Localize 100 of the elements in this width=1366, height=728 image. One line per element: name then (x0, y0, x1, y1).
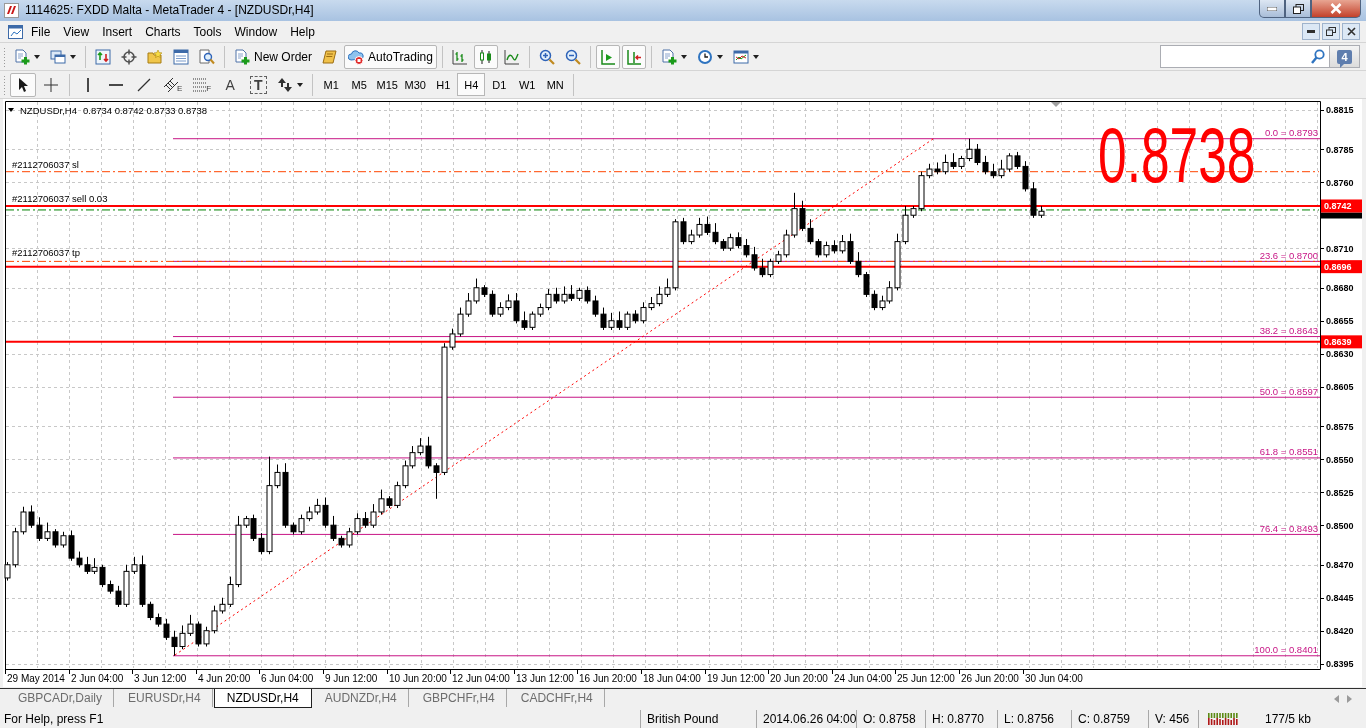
caret-icon (70, 54, 76, 59)
price-axis-label: 0.8630 (1326, 349, 1354, 360)
fibonacci-level-label: 0.0 = 0.8793 (1264, 127, 1318, 139)
period-button[interactable]: M30 (401, 73, 430, 96)
close-button[interactable] (1342, 23, 1360, 40)
menu-item[interactable]: Charts (139, 21, 187, 42)
status-text: C: 0.8759 (1071, 710, 1148, 728)
minimize-button[interactable] (1302, 23, 1320, 40)
fibonacci-level-label: 50.0 = 0.8597 (1259, 385, 1318, 397)
fibonacci-level-label: 76.4 = 0.8493 (1259, 522, 1318, 534)
restore-button[interactable] (1285, 0, 1311, 18)
restore-button[interactable] (1322, 23, 1340, 40)
price-axis-label: 0.8445 (1326, 593, 1354, 604)
close-icon (1346, 27, 1356, 36)
line-chart-icon (503, 48, 520, 65)
menu-item[interactable]: View (57, 21, 96, 42)
target-icon (121, 48, 137, 65)
status-text: British Pound (640, 710, 756, 728)
search-field[interactable] (1160, 45, 1330, 68)
time-axis-label: 2 Jun 04:00 (71, 673, 124, 684)
price-axis-label: 0.8605 (1326, 382, 1354, 393)
new-order-button[interactable]: New Order (230, 44, 316, 69)
book-icon (322, 48, 338, 65)
price-axis-label: 0.8470 (1326, 560, 1354, 571)
order-label: #2112706037 tp (12, 247, 80, 259)
help-text: For Help, press F1 (3, 711, 105, 728)
period-button[interactable]: W1 (513, 73, 542, 96)
auto-scroll-button[interactable] (595, 44, 620, 69)
order-label: #2112706037 sl (12, 158, 79, 170)
chart-tab[interactable]: NZDUSDr,H4 (213, 689, 312, 708)
connection-bars-icon (1207, 712, 1239, 726)
window-title: 1114625: FXDD Malta - MetaTrader 4 - [NZDUSDr,H4] (25, 2, 314, 19)
dropdown-triangle-icon[interactable] (8, 108, 14, 112)
menu-item[interactable]: Help (284, 21, 321, 42)
chart-shift-button[interactable] (621, 44, 646, 69)
restore-icon (1292, 3, 1304, 14)
status-text: O: 0.8758 (856, 710, 925, 728)
axes-play-icon (599, 48, 616, 65)
candlestick-button[interactable] (473, 44, 498, 69)
price-axis-label: 0.8815 (1326, 105, 1354, 116)
arrows-icon (277, 76, 294, 93)
chart-tab[interactable]: GBPCADr,Daily (5, 689, 116, 708)
price-axis-label: 0.8655 (1326, 316, 1354, 327)
folder-star-icon (147, 48, 163, 65)
list-window-icon (173, 48, 189, 65)
fibonacci-level-label: 100.0 = 0.8401 (1254, 644, 1318, 656)
price-axis-label: 0.8575 (1326, 421, 1354, 432)
text-tool[interactable]: A (217, 72, 244, 97)
grip-icon[interactable] (3, 46, 6, 67)
magnifier-document-icon (199, 48, 215, 65)
search-icon (1311, 49, 1325, 64)
time-axis-label: 16 Jun 20:00 (579, 673, 637, 684)
time-axis-label: 26 Jun 20:00 (961, 673, 1019, 684)
grip-icon[interactable] (3, 74, 6, 95)
price-axis-label: 0.8420 (1326, 626, 1354, 637)
menu-item[interactable]: Window (228, 21, 284, 42)
diagonal-line-icon (136, 76, 152, 93)
messages-button[interactable]: 4 (1330, 45, 1360, 68)
document-plus-icon (660, 48, 677, 65)
fibonacci-level-label: 38.2 = 0.8643 (1259, 325, 1318, 337)
time-axis-label: 10 Jun 20:00 (389, 673, 447, 684)
chart-tab[interactable]: GBPCHFr,H4 (409, 689, 508, 708)
price-axis-label: 0.8525 (1326, 487, 1354, 498)
caret-icon (716, 54, 723, 59)
close-button[interactable] (1311, 0, 1361, 18)
price-tag: 0.8742 (1321, 199, 1362, 213)
price-axis-label: 0.8760 (1326, 177, 1354, 188)
period-button[interactable]: H4 (457, 73, 486, 96)
chart-tab[interactable]: EURUSDr,H4 (115, 689, 214, 708)
time-axis-label: 20 Jun 20:00 (770, 673, 828, 684)
chart-tab[interactable]: CADCHFr,H4 (507, 689, 606, 708)
caret-icon (297, 82, 304, 87)
period-button[interactable]: M15 (373, 73, 402, 96)
chart-document-icon[interactable] (8, 24, 23, 39)
autotrading-button[interactable]: AutoTrading (344, 44, 437, 69)
close-icon (1330, 3, 1342, 14)
status-text: L: 0.8756 (997, 710, 1071, 728)
menu-item[interactable]: File (25, 21, 57, 42)
menu-item[interactable]: Tools (187, 21, 228, 42)
period-button[interactable]: H1 (429, 73, 458, 96)
price-axis-label: 0.8710 (1326, 243, 1354, 254)
period-button[interactable]: M1 (317, 73, 346, 96)
period-button[interactable]: M5 (345, 73, 374, 96)
cursor-tool[interactable] (10, 72, 36, 97)
fibonacci-level-label: 23.6 = 0.8700 (1259, 249, 1318, 261)
fibonacci-tool[interactable]: F (188, 72, 216, 97)
chart-tab[interactable]: AUDNZDr,H4 (311, 689, 410, 708)
time-axis-label: 29 May 2014 (7, 673, 65, 684)
menu-item[interactable]: Insert (96, 21, 139, 42)
status-text: 2014.06.26 04:00 (756, 710, 856, 728)
period-button[interactable]: MN (541, 73, 570, 96)
axes-arrow-icon (625, 48, 642, 65)
time-axis-label: 19 Jun 12:00 (707, 673, 765, 684)
minimize-button[interactable] (1259, 0, 1285, 18)
price-axis-label: 0.8395 (1326, 659, 1354, 670)
time-axis-label: 25 Jun 12:00 (897, 673, 955, 684)
dotted-lines-icon (192, 76, 209, 93)
period-button[interactable]: D1 (485, 73, 514, 96)
time-axis-label: 4 Jun 20:00 (198, 673, 251, 684)
channel-tool[interactable]: E (159, 72, 187, 97)
